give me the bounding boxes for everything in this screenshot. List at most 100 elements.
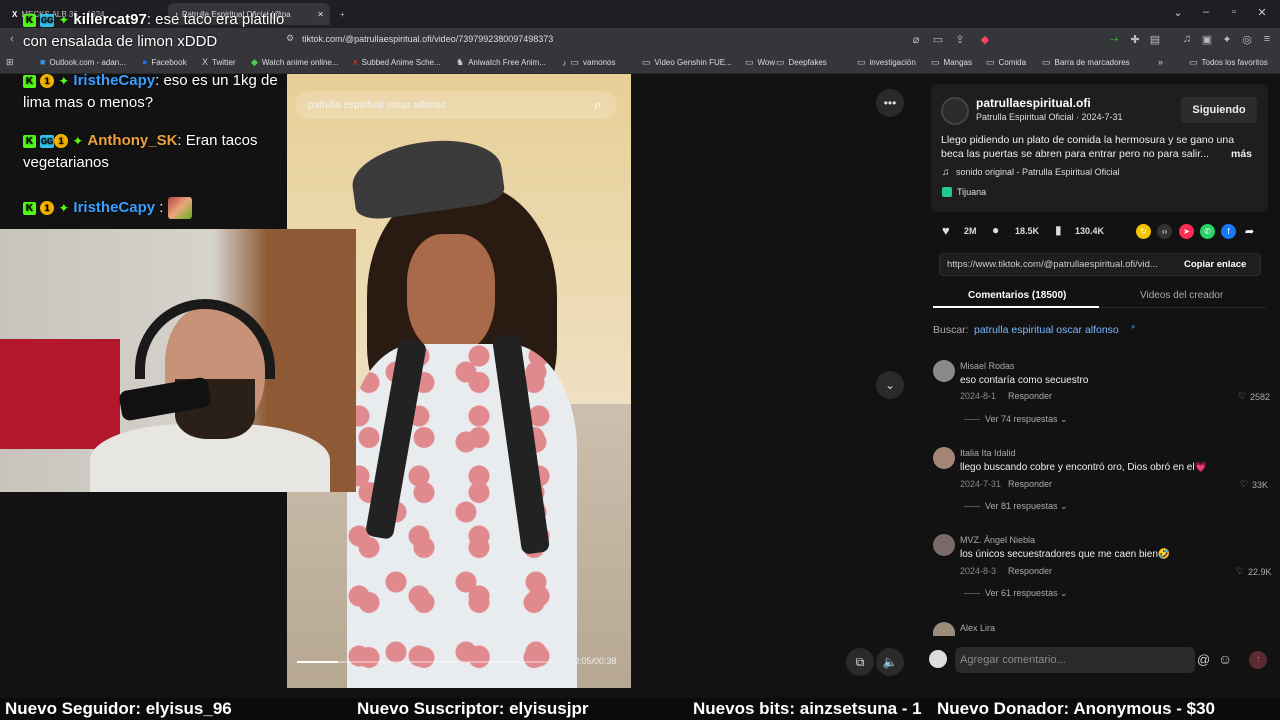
bookmark-aniwatch[interactable]: ♞ Aniwatch Free Anim... <box>456 57 546 68</box>
extension-icon[interactable]: ⇢ <box>1106 33 1122 46</box>
chat-username: IristheCapy <box>73 199 156 216</box>
url-field[interactable]: tiktok.com/@patrullaespiritual.ofi/video… <box>302 34 553 44</box>
all-favorites[interactable]: ▭ Todos los favoritos <box>1189 57 1268 68</box>
view-replies-button[interactable]: Ver 74 respuestas ⌄ <box>964 414 1068 425</box>
emoji-icon[interactable]: ☺ <box>1218 651 1232 667</box>
back-icon[interactable]: ‹ <box>4 33 20 45</box>
comment-date: 2024-8-1 <box>960 391 997 401</box>
media-icon[interactable]: ♫ <box>1179 33 1195 45</box>
reply-button[interactable]: Responder <box>1008 391 1052 401</box>
reply-button[interactable]: Responder <box>1008 566 1052 576</box>
chevron-down-icon[interactable]: ⌄ <box>876 371 904 399</box>
close-tab-icon[interactable]: ✕ <box>317 10 324 19</box>
tiktok-icon: ♪ <box>562 57 567 68</box>
cast-icon[interactable]: ▭ <box>930 33 946 46</box>
brave-shield-icon[interactable]: ◆ <box>977 33 993 46</box>
gift-badge-icon: GG <box>40 134 55 148</box>
commenter-avatar[interactable] <box>933 360 955 382</box>
sparkle-icon: ✦ <box>58 12 70 28</box>
wallet-icon[interactable]: ▣ <box>1199 33 1215 46</box>
more-bookmarks-icon[interactable]: » <box>1158 57 1163 67</box>
heart-icon[interactable]: ♥ <box>942 223 950 238</box>
apps-icon[interactable]: ⊞ <box>6 57 14 68</box>
bookmark-twitter[interactable]: X Twitter <box>202 57 236 67</box>
comment-author[interactable]: Italia Ita Idalid <box>960 448 1016 458</box>
comment-heart-icon[interactable]: ♡ <box>1240 479 1248 490</box>
bookmark-watch-anime[interactable]: ◆ Watch anime online... <box>251 57 339 68</box>
more-options-icon[interactable]: ••• <box>876 89 904 117</box>
gift-badge-icon: GG <box>40 13 55 27</box>
comment-author[interactable]: Alex Lira <box>960 623 995 633</box>
sparkle-icon: ✦ <box>58 73 70 89</box>
no-tracking-icon[interactable]: ⌀ <box>908 33 924 46</box>
bookmark-subbed-anime[interactable]: ʌ Subbed Anime Sche... <box>353 57 441 67</box>
tab-creator-videos[interactable]: Videos del creador <box>1140 290 1223 301</box>
minimize-icon[interactable]: – <box>1196 6 1216 18</box>
kick-badge-icon: K <box>23 74 36 88</box>
send-icon[interactable]: ➤ <box>1179 224 1194 239</box>
vpn-icon[interactable]: ◎ <box>1239 33 1255 46</box>
comment-text: eso contaría como secuestro <box>960 375 1089 386</box>
volume-icon[interactable]: 🔈 <box>876 648 904 676</box>
puzzle-icon[interactable]: ✚ <box>1127 33 1143 46</box>
pip-icon[interactable]: ⧉ <box>846 648 874 676</box>
maximize-icon[interactable]: ▫ <box>1224 6 1244 18</box>
ticker-subscriber: Nuevo Suscriptor: elyisusjpr <box>357 699 589 718</box>
chat-username: killercat97 <box>73 11 147 28</box>
creator-avatar[interactable] <box>941 97 969 125</box>
bookmark-outlook[interactable]: ■ Outlook.com - adan... <box>40 57 126 67</box>
bookmark-icon[interactable]: ▮ <box>1055 223 1062 237</box>
bookmark-wow[interactable]: ▭ Wow <box>745 57 775 68</box>
close-window-icon[interactable]: ✕ <box>1252 6 1272 19</box>
location-link[interactable]: Tijuana <box>957 187 986 197</box>
comment-author[interactable]: MVZ. Ángel Niebla <box>960 535 1035 545</box>
repost-icon[interactable]: ↻ <box>1136 224 1151 239</box>
bookmark-comida[interactable]: ▭ Comida <box>986 57 1026 68</box>
user-avatar[interactable] <box>929 650 947 668</box>
tab-comments[interactable]: Comentarios (18500) <box>968 290 1066 301</box>
comment-author[interactable]: Misael Rodas <box>960 361 1015 371</box>
creator-handle[interactable]: patrullaespiritual.ofi <box>976 96 1091 110</box>
folder-icon: ▭ <box>1042 57 1051 67</box>
whatsapp-icon[interactable]: ✆ <box>1200 224 1215 239</box>
comment-icon[interactable]: ● <box>992 223 999 237</box>
share-arrow-icon[interactable]: ➦ <box>1242 224 1257 239</box>
bookmark-genshin[interactable]: ▭ Video Genshin FUE... <box>642 57 732 68</box>
sound-link[interactable]: sonido original - Patrulla Espiritual Of… <box>956 167 1120 177</box>
ticker-bits: Nuevos bits: ainzsetsuna - 1 <box>693 699 922 718</box>
webcam-overlay <box>0 229 356 492</box>
anime-schedule-icon: ʌ <box>353 57 358 67</box>
share-page-icon[interactable]: ⇪ <box>952 33 968 46</box>
bookmark-deepfakes[interactable]: ▭ Deepfakes <box>776 57 827 68</box>
search-icon[interactable]: ⌕ <box>594 97 601 113</box>
reply-button[interactable]: Responder <box>1008 479 1052 489</box>
mention-icon[interactable]: @ <box>1197 652 1210 667</box>
bookmark-mangas[interactable]: ▭ Mangas <box>931 57 972 68</box>
sub-badge-icon: 1 <box>40 74 55 89</box>
folder-icon: ▭ <box>642 57 651 67</box>
embed-icon[interactable]: ‹› <box>1157 224 1172 239</box>
copy-link-button[interactable]: Copiar enlace <box>1184 259 1246 270</box>
comment-heart-icon[interactable]: ♡ <box>1236 566 1244 577</box>
comment-heart-icon[interactable]: ♡ <box>1238 391 1246 402</box>
bookmark-barra[interactable]: ▭ Barra de marcadores <box>1042 57 1130 68</box>
commenter-avatar[interactable] <box>933 534 955 556</box>
search-suggestion-link[interactable]: patrulla espiritual oscar alfonso <box>974 324 1119 336</box>
bookmark-facebook[interactable]: ● Facebook <box>142 57 187 67</box>
new-tab-button[interactable]: + <box>334 3 351 25</box>
location-icon <box>942 187 952 197</box>
more-link[interactable]: más <box>1231 148 1252 160</box>
view-replies-button[interactable]: Ver 81 respuestas ⌄ <box>964 501 1068 512</box>
send-comment-icon[interactable]: ↑ <box>1249 651 1267 669</box>
leo-icon[interactable]: ✦ <box>1219 33 1235 46</box>
tab-search-icon[interactable]: ⌄ <box>1168 6 1188 19</box>
bookmark-vamonos[interactable]: ♪ ▭ vamonos <box>562 57 615 68</box>
menu-icon[interactable]: ≡ <box>1259 33 1275 45</box>
commenter-avatar[interactable] <box>933 447 955 469</box>
sidebar-icon[interactable]: ▤ <box>1147 33 1163 46</box>
share-link[interactable]: https://www.tiktok.com/@patrullaespiritu… <box>947 259 1158 270</box>
bookmark-investigacion[interactable]: ▭ investigación <box>857 57 916 68</box>
following-button[interactable]: Siguiendo <box>1181 97 1257 123</box>
view-replies-button[interactable]: Ver 61 respuestas ⌄ <box>964 588 1068 599</box>
facebook-share-icon[interactable]: f <box>1221 224 1236 239</box>
